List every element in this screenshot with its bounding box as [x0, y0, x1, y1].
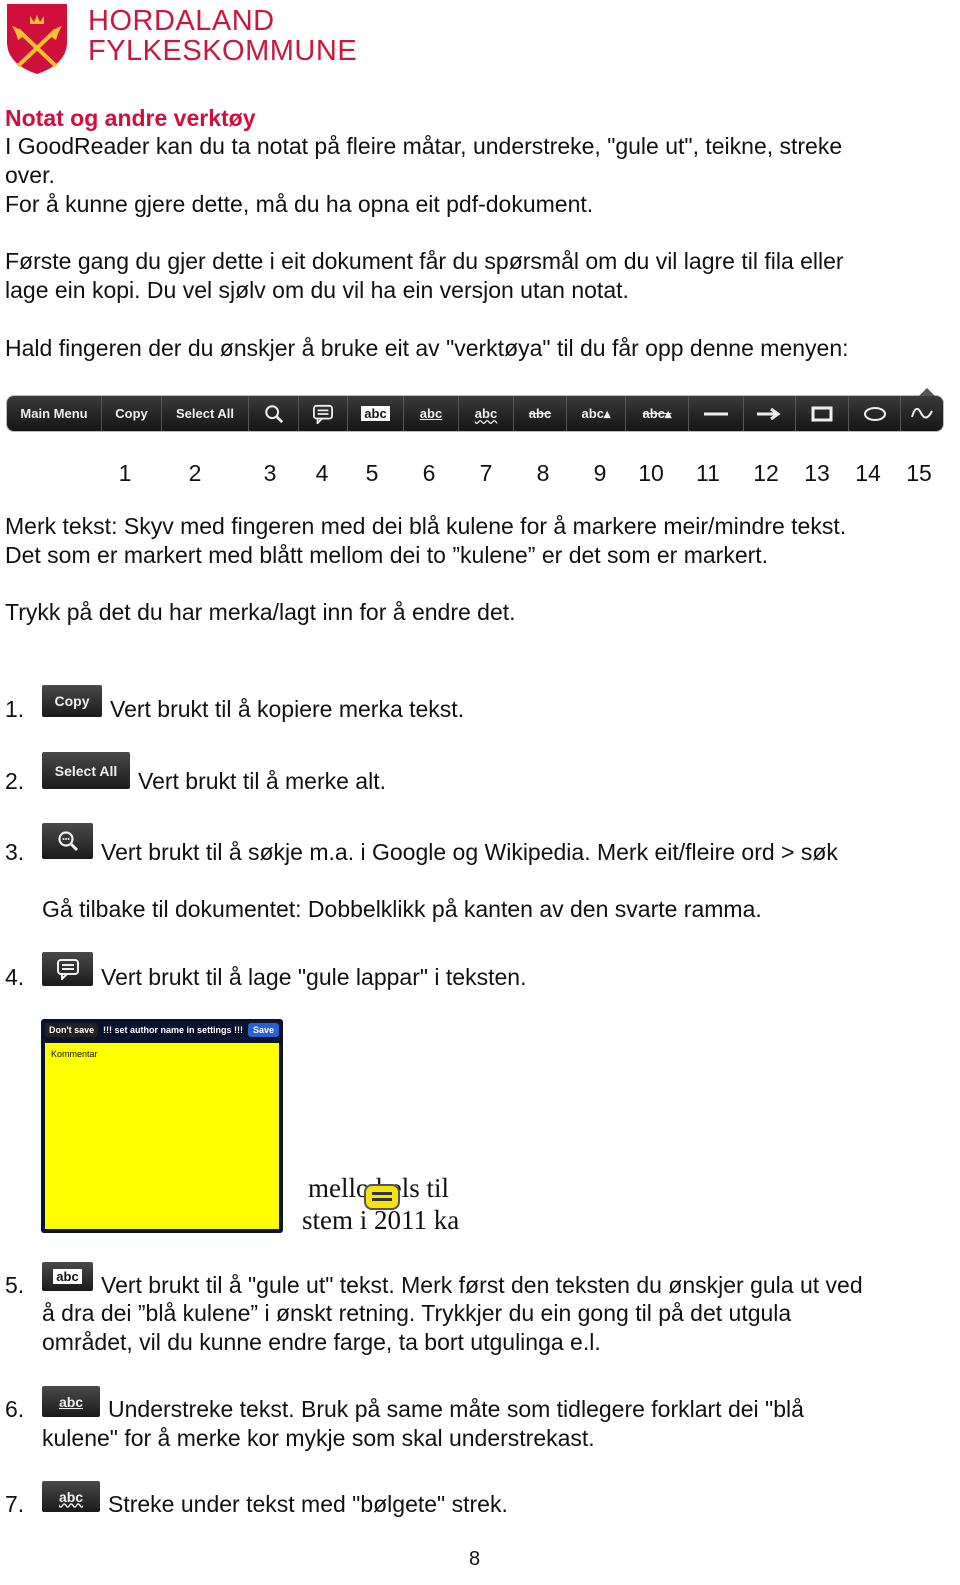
- item-text: kulene" for å merke kor mykje som skal u…: [42, 1425, 595, 1451]
- toolbar-search-button[interactable]: [249, 396, 299, 431]
- logo-text-line2: FYLKESKOMMUNE: [88, 35, 358, 67]
- paragraph: Merk tekst: Skyv med fingeren med dei bl…: [5, 513, 847, 539]
- toolbar-index-label: 8: [536, 460, 550, 486]
- note-bubble-icon: [364, 1184, 400, 1210]
- item-number: 5.: [5, 1272, 25, 1298]
- item-text: Understreke tekst. Bruk på same måte som…: [108, 1396, 804, 1422]
- toolbar-index-label: 14: [855, 460, 881, 486]
- button-label: Select All: [175, 406, 235, 421]
- toolbar-index-label: 6: [422, 460, 436, 486]
- toolbar-oval-button[interactable]: [849, 396, 901, 431]
- logo-text-line1: HORDALAND: [88, 5, 275, 37]
- toolbar-index-label: 15: [906, 460, 932, 486]
- toolbar-index-label: 2: [188, 460, 202, 486]
- button-label: Main Menu: [20, 406, 88, 421]
- toolbar-strikeout-button[interactable]: abc: [514, 396, 567, 431]
- item-text: Vert brukt til å kopiere merka tekst.: [110, 696, 465, 722]
- item-text: Vert brukt til å lage "gule lappar" i te…: [101, 964, 527, 990]
- item-number: 3.: [5, 839, 25, 865]
- note-title: !!! set author name in settings !!!: [103, 1025, 244, 1035]
- section-title: Notat og andre verktøy: [5, 105, 256, 131]
- toolbar-main-menu-button[interactable]: Main Menu: [7, 396, 102, 431]
- highlight-icon: abc: [42, 1262, 93, 1291]
- note-icon: [42, 952, 93, 986]
- coat-of-arms-icon: [7, 4, 67, 74]
- toolbar-index-label: 10: [638, 460, 664, 486]
- paragraph: For å kunne gjere dette, må du ha opna e…: [5, 191, 594, 217]
- toolbar-index-label: 5: [365, 460, 379, 486]
- paragraph: lage ein kopi. Du vel sjølv om du vil ha…: [5, 277, 629, 303]
- underline-icon: abc: [42, 1386, 100, 1417]
- search-icon: [264, 404, 284, 424]
- paragraph: Trykk på det du har merka/lagt inn for å…: [5, 599, 516, 625]
- save-button: Save: [247, 1023, 279, 1037]
- toolbar-index-label: 1: [118, 460, 132, 486]
- underline-icon: abc: [419, 406, 443, 421]
- toolbar-highlight-button[interactable]: abc: [348, 396, 404, 431]
- annotation-toolbar: Main Menu Copy Select All abc abc abc abc abc▴ a…: [6, 388, 944, 432]
- toolbar-insert-text-button[interactable]: abc▴: [567, 396, 626, 431]
- paragraph: over.: [5, 162, 55, 188]
- item-number: 6.: [5, 1396, 25, 1422]
- toolbar-index-label: 3: [263, 460, 277, 486]
- toolbar-index-label: 11: [696, 460, 720, 486]
- toolbar-note-button[interactable]: [299, 396, 348, 431]
- squiggly-icon: abc: [474, 406, 498, 421]
- paragraph: Hald fingeren der du ønskjer å bruke eit…: [5, 335, 849, 361]
- toolbar-index-label: 12: [753, 460, 779, 486]
- toolbar-arrow-button[interactable]: [744, 396, 796, 431]
- toolbar-rectangle-button[interactable]: [796, 396, 849, 431]
- toolbar-index-label: 7: [479, 460, 493, 486]
- paragraph: Det som er markert med blått mellom dei …: [5, 542, 769, 568]
- insert-text-icon: abc▴: [581, 405, 611, 421]
- note-icon: [312, 404, 334, 424]
- line-icon: [704, 411, 728, 417]
- highlight-icon: abc: [361, 406, 390, 421]
- item-text: området, vil du kunne endre farge, ta bo…: [42, 1329, 601, 1355]
- toolbar-index-label: 9: [593, 460, 607, 486]
- paragraph: I GoodReader kan du ta notat på fleire m…: [5, 133, 843, 159]
- toolbar-index-label: 13: [804, 460, 830, 486]
- search-icon: [42, 823, 93, 859]
- item-text: Streke under tekst med "bølgete" strek.: [108, 1491, 508, 1517]
- arrow-icon: [756, 407, 783, 420]
- toolbar-select-all-button[interactable]: Select All: [162, 396, 249, 431]
- toolbar-index-label: 4: [315, 460, 329, 486]
- rectangle-icon: [811, 406, 833, 422]
- squiggly-icon: abc: [42, 1481, 100, 1512]
- toolbar-pointer: [919, 388, 935, 396]
- toolbar-underline-button[interactable]: abc: [404, 396, 459, 431]
- item-number: 2.: [5, 768, 25, 794]
- item-number: 1.: [5, 696, 25, 722]
- logo: HORDALAND FYLKESKOMMUNE: [4, 2, 357, 76]
- select-all-button-image: Select All: [42, 752, 130, 789]
- dont-save-button: Don't save: [45, 1023, 99, 1037]
- button-label: Copy: [115, 406, 148, 421]
- toolbar-line-button[interactable]: [689, 396, 744, 431]
- note-text-area: Kommentar: [45, 1043, 279, 1229]
- toolbar-copy-button[interactable]: Copy: [102, 396, 162, 431]
- item-text: Vert brukt til å "gule ut" tekst. Merk f…: [101, 1272, 863, 1298]
- item-text: Vert brukt til å merke alt.: [138, 768, 386, 794]
- strikeout-icon: abc: [528, 406, 552, 421]
- freehand-icon: [910, 403, 934, 425]
- note-editor-screenshot: Don't save !!! set author name in setting…: [41, 1019, 283, 1233]
- replace-text-icon: abc▴: [642, 405, 672, 421]
- oval-icon: [863, 406, 887, 422]
- toolbar-freehand-button[interactable]: [901, 396, 942, 431]
- item-text: Vert brukt til å søkje m.a. i Google og …: [101, 839, 838, 865]
- item-number: 4.: [5, 964, 25, 990]
- item-number: 7.: [5, 1491, 25, 1517]
- copy-button-image: Copy: [42, 685, 102, 717]
- item-text: Gå tilbake til dokumentet: Dobbelklikk p…: [42, 896, 762, 922]
- toolbar-replace-text-button[interactable]: abc▴: [626, 396, 689, 431]
- toolbar-squiggly-button[interactable]: abc: [459, 396, 514, 431]
- page-number: 8: [469, 1548, 481, 1570]
- item-text: å dra dei ”blå kulene” i ønskt retning. …: [42, 1300, 792, 1326]
- paragraph: Første gang du gjer dette i eit dokument…: [5, 248, 844, 274]
